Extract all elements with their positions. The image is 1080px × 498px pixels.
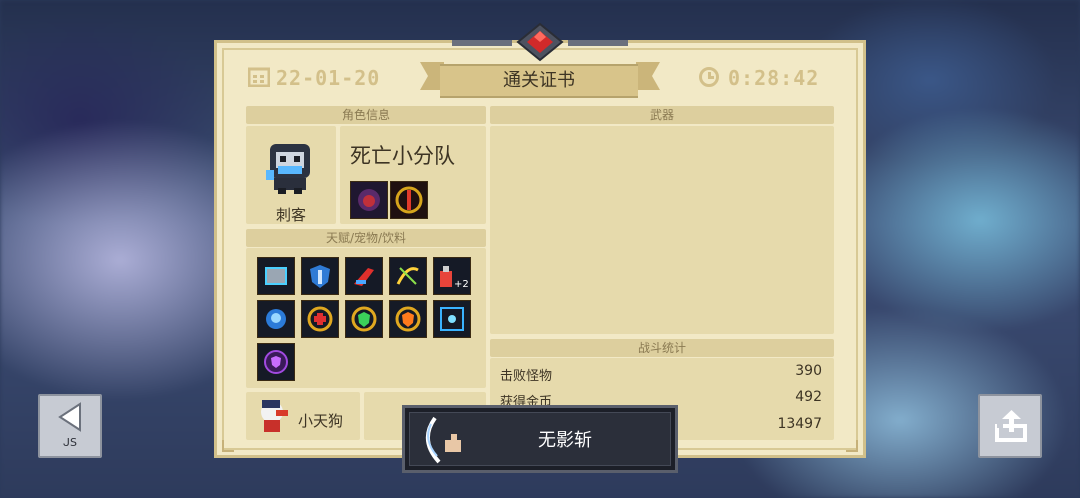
- certificate-date: 22-01-20: [276, 66, 381, 90]
- pet-tengu-icon: [261, 400, 288, 432]
- stat-value: 13497: [777, 416, 822, 432]
- assassin-icon: [266, 144, 310, 194]
- calendar-icon: [248, 67, 270, 87]
- character-class-name: 刺客: [275, 206, 306, 224]
- stat-value: 390: [795, 363, 822, 379]
- ribbon-right: [636, 62, 660, 90]
- svg-text:+2: +2: [454, 279, 469, 290]
- clock-icon: [699, 67, 719, 87]
- dash-red-icon: [345, 257, 383, 295]
- share-icon: [995, 410, 1027, 442]
- certificate-title: 通关证书: [440, 64, 638, 98]
- hooded-figure-icon: [350, 181, 388, 219]
- section-weapons: 武器: [490, 106, 834, 124]
- section-character-info: 角色信息: [246, 106, 486, 124]
- shield-blue-icon: [301, 257, 339, 295]
- pet-name: 小天狗: [298, 412, 344, 430]
- crossbow-icon: [389, 257, 427, 295]
- stat-value: 492: [795, 389, 822, 405]
- section-battle-stats: 战斗统计: [490, 339, 834, 357]
- fire-shield-icon: [389, 300, 427, 338]
- section-talents: 天赋/宠物/饮料: [246, 229, 486, 247]
- share-button[interactable]: [978, 394, 1042, 458]
- back-button[interactable]: ᒍS: [38, 394, 102, 458]
- skill-button[interactable]: 无影斩: [402, 405, 678, 473]
- gem-ornament-icon: [452, 22, 628, 62]
- purple-shield-icon: [257, 343, 295, 381]
- back-arrow-icon: [58, 402, 81, 432]
- certificate-time: 0:28:42: [728, 66, 820, 90]
- tablet-icon: [257, 257, 295, 295]
- green-shield-icon: [345, 300, 383, 338]
- weapons-box: [490, 126, 834, 334]
- slash-skill-icon: [426, 416, 461, 464]
- sparkle-icon: [433, 300, 471, 338]
- team-name: 死亡小分队: [350, 144, 455, 168]
- heart-shield-icon: [301, 300, 339, 338]
- corner-ornament: [846, 440, 858, 452]
- skill-name: 无影斩: [538, 430, 592, 451]
- stat-label: 击败怪物: [500, 369, 553, 384]
- stat-row-kills: 击败怪物 390: [492, 361, 830, 385]
- sword-badge-icon: [390, 181, 428, 219]
- brain-icon: [257, 300, 295, 338]
- back-label: ᒍS: [63, 436, 77, 449]
- corner-ornament: [222, 440, 234, 452]
- potion-plus2-icon: +2: [433, 257, 471, 295]
